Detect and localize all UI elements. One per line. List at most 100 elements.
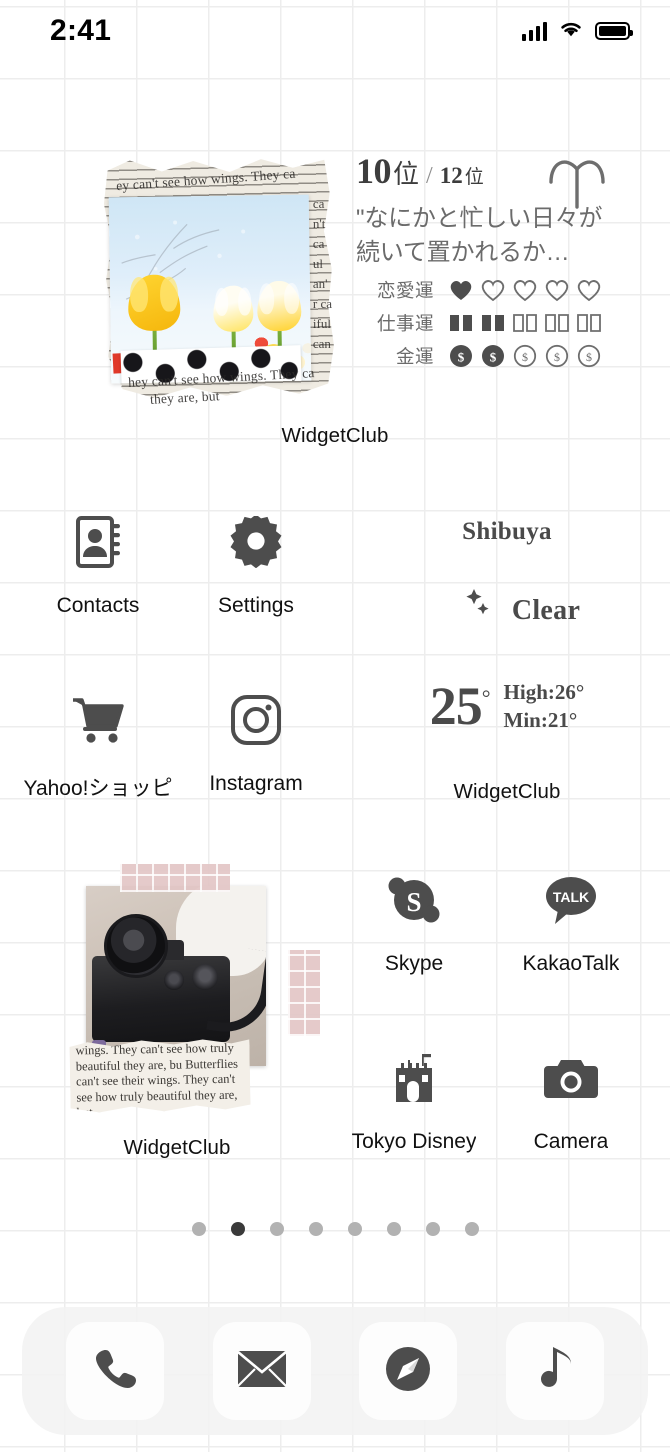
widget-label-photo-horoscope: WidgetClub [281, 424, 389, 447]
page-indicator-dots[interactable] [0, 1222, 670, 1236]
app-label: Camera [533, 1130, 609, 1153]
svg-text:$: $ [458, 350, 465, 365]
heart-icon [545, 280, 569, 302]
widget-horoscope[interactable]: 10 位 / 12 位 "なにかと忙しい日々が続いて置かれるか… 恋愛運 仕事運… [356, 150, 618, 398]
weather-high-low: High:26° Min:21° [504, 678, 585, 735]
newspaper-text-column: ca n't ca ul an' r ca iful can [312, 196, 332, 351]
gear-icon [220, 506, 292, 578]
coin-icon: $ [450, 345, 472, 368]
heart-icon [450, 281, 472, 301]
app-label: KakaoTalk [522, 952, 620, 975]
rating-row-money: 金運 $ $ $ $ $ [356, 343, 618, 369]
rating-label: 恋愛運 [376, 280, 434, 302]
app-instagram[interactable]: Instagram [198, 684, 314, 796]
coin-icon: $ [513, 345, 537, 368]
app-yahoo-shopping[interactable]: Yahoo!ショッピ [24, 684, 173, 802]
torn-paper-note: wings. They can't see how truly beautifu… [69, 1036, 250, 1113]
page-dot[interactable] [464, 1222, 479, 1236]
mail-icon [236, 1350, 287, 1393]
pink-grid-tape [288, 950, 320, 1036]
castle-icon [378, 1042, 450, 1114]
page-dot[interactable] [191, 1222, 206, 1236]
svg-text:$: $ [586, 350, 592, 364]
dock [22, 1307, 648, 1435]
book-icon [577, 314, 601, 333]
tulip-photograph [108, 194, 312, 384]
instagram-icon [220, 684, 292, 756]
book-icon [545, 314, 569, 333]
app-label: Tokyo Disney [351, 1130, 477, 1153]
app-contacts[interactable]: Contacts [40, 506, 156, 618]
rating-label: 仕事運 [376, 313, 434, 335]
cellular-signal-icon [521, 21, 547, 41]
skype-icon: S [378, 864, 450, 936]
rating-label: 金運 [395, 346, 434, 368]
widget-photo-collage[interactable]: ey can't see how wings. They ca ca n't ca u… [62, 150, 350, 412]
camera-dial [164, 970, 184, 990]
newspaper-text-bottom-2: they are, but [149, 388, 221, 407]
page-dot[interactable] [347, 1222, 362, 1236]
book-icon [513, 314, 537, 333]
widget-camera-collage[interactable]: wings. They can't see how truly beautifu… [58, 862, 326, 1114]
weather-low: Min:21° [503, 708, 578, 732]
battery-full-icon [595, 22, 633, 40]
dock-app-safari[interactable] [359, 1322, 458, 1420]
camera-lens [104, 914, 168, 978]
widget-weather[interactable]: Shibuya Clear 25° High:26° Min:21° [392, 518, 622, 758]
camera-icon [535, 1042, 607, 1114]
coin-icon: $ [577, 345, 601, 368]
svg-text:$: $ [554, 350, 560, 364]
heart-icon-group [448, 278, 602, 302]
page-dot[interactable] [425, 1222, 440, 1236]
shopping-cart-icon [62, 684, 134, 756]
coin-icon: $ [545, 345, 569, 368]
rank-value: 10 [356, 151, 392, 191]
page-dot[interactable] [269, 1222, 284, 1236]
aries-icon [546, 152, 608, 215]
weather-temperature: 25° [429, 675, 491, 737]
dock-app-music[interactable] [505, 1322, 604, 1420]
degree-symbol: ° [481, 685, 491, 710]
page-dot[interactable] [386, 1222, 401, 1236]
contacts-icon [62, 506, 134, 578]
status-bar-indicators [521, 19, 633, 43]
page-dot[interactable] [308, 1222, 323, 1236]
weather-temp-value: 25 [429, 676, 483, 736]
app-camera[interactable]: Camera [513, 1042, 629, 1154]
heart-icon [577, 280, 601, 302]
status-bar: 2:41 [0, 0, 670, 62]
camera-photograph [86, 886, 266, 1066]
app-tokyo-disney[interactable]: Tokyo Disney [352, 1042, 476, 1154]
page-dot-active[interactable] [230, 1222, 245, 1236]
app-label: Skype [384, 952, 444, 975]
app-settings[interactable]: Settings [198, 506, 314, 618]
app-skype[interactable]: S Skype [356, 864, 472, 976]
svg-text:$: $ [490, 350, 497, 365]
pink-grid-tape [120, 864, 230, 892]
weather-city: Shibuya [462, 518, 552, 545]
dock-app-phone[interactable] [66, 1322, 165, 1420]
app-kakaotalk[interactable]: TALK KakaoTalk [513, 864, 629, 976]
rank-total-value: 12 [439, 163, 463, 188]
heart-icon [513, 280, 537, 302]
wifi-icon [558, 19, 584, 43]
rank-separator: / [426, 163, 433, 189]
widget-label-camera-collage: WidgetClub [123, 1136, 231, 1159]
svg-text:TALK: TALK [553, 889, 589, 905]
book-icon [482, 315, 504, 332]
widget-label-weather: WidgetClub [453, 780, 561, 803]
rating-row-work: 仕事運 [356, 310, 618, 336]
heart-icon [481, 280, 505, 302]
status-bar-clock: 2:41 [50, 14, 112, 47]
coin-icon-group: $ $ $ $ $ [448, 343, 602, 369]
rating-row-love: 恋愛運 [356, 277, 618, 303]
dock-app-mail[interactable] [212, 1322, 311, 1420]
moon-stars-icon [434, 580, 494, 641]
kakaotalk-icon: TALK [535, 864, 607, 936]
app-label: Contacts [56, 594, 140, 617]
app-label: Yahoo!ショッピ [23, 777, 173, 800]
home-screen: 2:41 ey can't see how wings. They ca ca n… [0, 0, 670, 1452]
music-note-icon [535, 1345, 575, 1398]
camera-strap [206, 944, 266, 1038]
compass-icon [384, 1345, 432, 1398]
